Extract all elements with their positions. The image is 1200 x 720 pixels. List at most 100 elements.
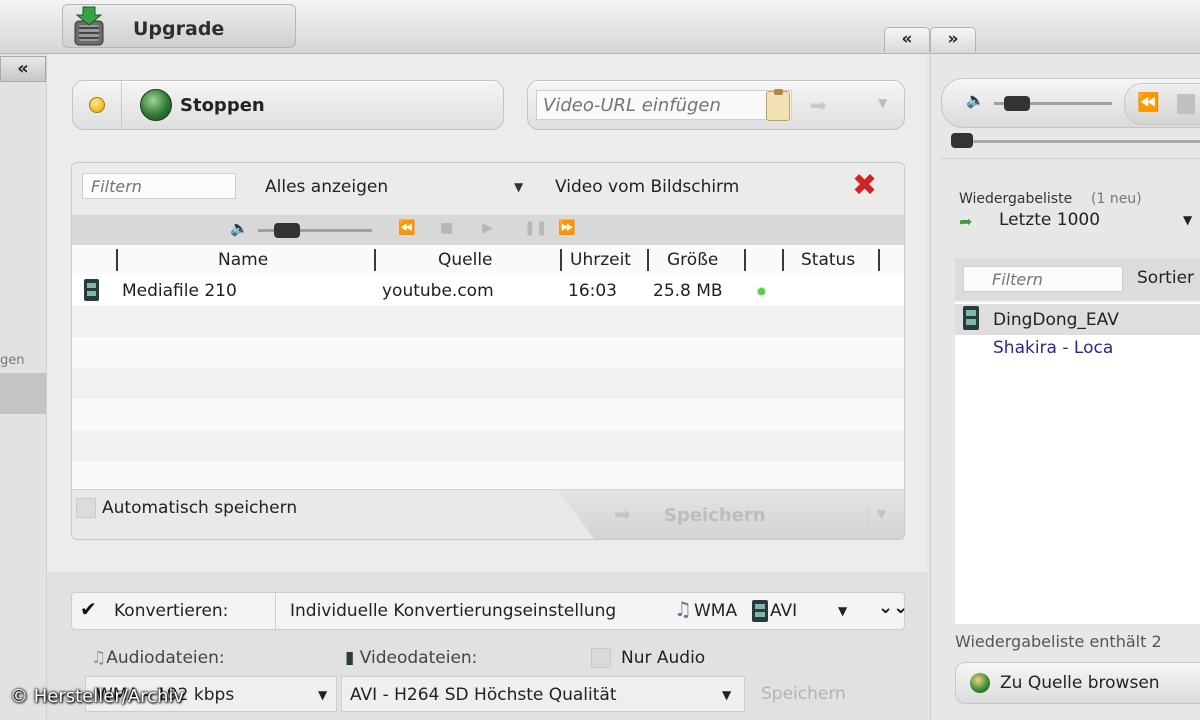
empty-row [72,399,904,430]
sort-button[interactable]: Sortier [1137,268,1194,288]
stop-label: Stoppen [180,95,265,116]
table-header: Name Quelle Uhrzeit Größe Status [72,245,904,275]
playlist-select[interactable]: Letzte 1000 [999,210,1100,230]
column-source[interactable]: Quelle [438,250,493,270]
save-bar: Automatisch speichern ➡ Speichern ▼ [72,489,904,539]
empty-row [72,430,904,461]
list-item[interactable]: DingDong_EAV [955,304,1200,335]
download-list-panel: Alles anzeigen ▼ Video vom Bildschirm ✖ … [71,162,905,540]
play-icon[interactable]: ▶ [482,221,493,235]
column-separator [374,249,376,271]
player-controls: ⏪ [1124,83,1200,125]
video-files-text: Videodateien: [359,648,478,668]
volume-knob[interactable] [274,223,300,238]
stop-icon[interactable] [1177,94,1195,114]
recording-panel: Stoppen [72,80,504,130]
column-status[interactable]: Status [801,250,855,270]
browse-source-button[interactable]: Zu Quelle browsen [955,662,1200,704]
row-size: 25.8 MB [653,281,723,301]
audio-only-checkbox[interactable] [591,648,611,668]
left-partial-label: gen [0,353,25,368]
left-selected-item[interactable] [0,373,46,414]
chevron-down-icon[interactable]: ▼ [838,605,847,617]
show-all-select[interactable]: Alles anzeigen [265,177,388,197]
list-item-label: DingDong_EAV [993,310,1119,330]
close-icon[interactable]: ✖ [852,171,877,201]
upgrade-tab[interactable]: Upgrade [62,4,296,48]
convert-bar: ✔ Konvertieren: Individuelle Konvertieru… [71,592,908,631]
chevron-down-icon[interactable]: ▼ [878,97,887,109]
url-panel: ➡ ▼ [527,80,905,130]
playlist-count-label: Wiedergabeliste enthält 2 [955,632,1162,651]
chevron-down-icon[interactable]: ▼ [1183,214,1192,226]
progress-slider[interactable] [951,140,1200,143]
convert-label: Konvertieren: [114,601,229,621]
rewind-icon[interactable]: ⏪ [1137,94,1159,112]
arrow-right-icon: ➡ [614,502,631,526]
convert-setting-select[interactable]: Individuelle Konvertierungseinstellung [290,601,616,621]
collapse-left-button[interactable]: « [0,56,46,82]
film-icon: ▮ [345,648,355,668]
volume-icon[interactable]: 🔈 [230,221,249,236]
row-time: 16:03 [568,281,617,301]
playlist-label: Wiedergabeliste [959,191,1073,207]
divider [275,593,276,631]
nav-prev-button[interactable]: « [884,27,930,52]
table-row[interactable]: Mediafile 210 youtube.com 16:03 25.8 MB [72,275,904,306]
column-size[interactable]: Größe [667,250,718,270]
list-item[interactable]: Shakira - Loca [993,338,1113,358]
chevron-down-icon[interactable]: ▼ [514,181,523,193]
column-separator [560,249,562,271]
empty-row [72,461,904,489]
film-icon [84,279,99,301]
music-note-icon: ♫ [91,648,107,668]
filter-bar: Alles anzeigen ▼ Video vom Bildschirm ✖ [72,163,904,215]
row-source: youtube.com [382,281,494,301]
globe-icon [140,89,172,121]
auto-save-label: Automatisch speichern [102,498,298,518]
auto-save-checkbox[interactable] [76,498,96,518]
playlist-new-count: (1 neu) [1091,191,1142,207]
divider [941,158,1200,159]
save-label: Speichern [664,505,766,526]
volume-knob[interactable] [1004,96,1030,111]
right-panel: 🔈 ⏪ Wiedergabeliste (1 neu) ➦ Letzte 100… [930,54,1200,720]
nav-next-button[interactable]: » [930,27,976,52]
arrow-right-icon[interactable]: ➡ [810,95,827,115]
volume-icon[interactable]: 🔈 [966,93,985,108]
column-time[interactable]: Uhrzeit [570,250,631,270]
playlist-player: 🔈 ⏪ [941,78,1200,128]
music-note-icon: ♫ [674,597,692,621]
chevron-down-icon[interactable]: ▼ [868,508,886,528]
rewind-icon[interactable]: ⏪ [398,221,415,235]
filter-input[interactable] [82,173,236,199]
expand-down-icon[interactable]: ⌄⌄ [878,599,908,617]
chevron-down-icon[interactable]: ▼ [722,689,731,701]
stop-icon[interactable]: ■ [440,221,453,235]
audio-format-label: WMA [694,601,738,621]
column-separator [647,249,649,271]
video-quality-select[interactable]: AVI - H264 SD Höchste Qualität ▼ [341,676,745,712]
stop-button[interactable]: Stoppen [121,81,505,129]
video-quality-value: AVI - H264 SD Höchste Qualität [350,685,617,705]
playlist-filter-input[interactable] [963,266,1123,292]
video-files-label: ▮ Videodateien: [345,648,477,668]
chevron-down-icon[interactable]: ▼ [318,689,327,701]
playlist-icon: ➦ [959,212,973,231]
clipboard-icon[interactable] [766,89,790,121]
fast-forward-icon[interactable]: ⏩ [558,221,575,235]
status-dot [758,288,765,295]
playlist-filter-bar: Sortier [955,258,1200,300]
video-from-screen-button[interactable]: Video vom Bildschirm [555,177,739,197]
column-separator [744,249,746,271]
column-name[interactable]: Name [218,250,268,270]
audio-only-label: Nur Audio [621,648,706,668]
convert-save-button[interactable]: Speichern [761,684,846,704]
progress-knob[interactable] [951,133,973,148]
convert-checkbox[interactable]: ✔ [80,599,102,621]
video-url-input[interactable] [536,90,792,120]
pause-icon[interactable]: ❚❚ [524,221,547,235]
status-indicator [89,97,105,113]
save-button[interactable]: ➡ Speichern ▼ [558,490,904,539]
empty-row [72,337,904,368]
